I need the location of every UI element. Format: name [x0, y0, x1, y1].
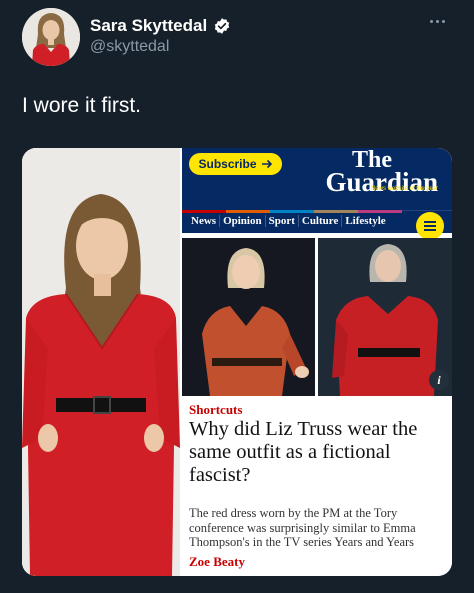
more-options-icon[interactable] — [430, 20, 454, 30]
info-icon[interactable]: i — [429, 370, 449, 390]
article-kicker[interactable]: Shortcuts — [189, 402, 242, 418]
author-handle[interactable]: @skyttedal — [90, 38, 169, 56]
subscribe-button[interactable]: Subscribe — [189, 153, 282, 175]
article-byline[interactable]: Zoe Beaty — [189, 554, 245, 570]
guardian-tagline: News website of the year — [370, 186, 438, 192]
hamburger-menu-icon[interactable] — [416, 212, 444, 240]
guardian-article[interactable]: Subscribe The Guardian News website of t… — [182, 148, 452, 576]
author-name[interactable]: Sara Skyttedal — [90, 16, 207, 36]
nav-sport[interactable]: Sport — [266, 215, 299, 227]
subscribe-label: Subscribe — [198, 157, 257, 171]
nav-news[interactable]: News — [188, 215, 221, 227]
nav-culture[interactable]: Culture — [299, 215, 343, 227]
article-headline[interactable]: Why did Liz Truss wear the same outfit a… — [189, 418, 447, 487]
truss-photo[interactable] — [182, 238, 315, 396]
tweet-text: I wore it first. — [22, 94, 142, 117]
nav-opinion[interactable]: Opinion — [220, 215, 266, 227]
avatar[interactable] — [22, 8, 80, 66]
sara-photo[interactable] — [22, 148, 180, 576]
article-standfirst: The red dress worn by the PM at the Tory… — [189, 506, 416, 549]
nav-color-strip — [182, 210, 402, 213]
nav-lifestyle[interactable]: Lifestyle — [342, 215, 388, 227]
arrow-right-icon — [261, 159, 272, 169]
avatar-image — [22, 8, 80, 66]
verified-badge-icon — [213, 17, 231, 35]
tweet-media[interactable]: Subscribe The Guardian News website of t… — [22, 148, 452, 576]
